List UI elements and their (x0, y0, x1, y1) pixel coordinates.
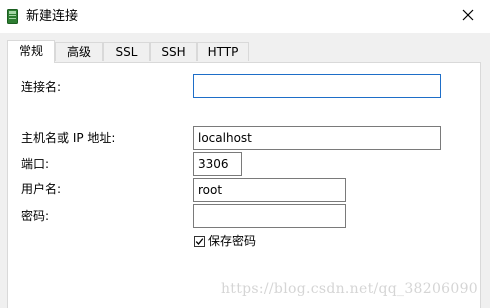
close-button[interactable] (446, 0, 490, 33)
checkbox-box[interactable] (194, 236, 205, 247)
save-password-label: 保存密码 (208, 234, 257, 248)
tab-label: SSH (161, 45, 186, 59)
username-label: 用户名: (21, 182, 62, 196)
window-title: 新建连接 (26, 9, 79, 24)
save-password-checkbox[interactable]: 保存密码 (194, 234, 256, 249)
tab-label: 高级 (66, 45, 91, 59)
checkmark-icon (195, 238, 204, 245)
new-connection-dialog: 新建连接 常规 高级 SSL SSH HTTP 连接名: 主机名或 IP 地址:… (0, 0, 490, 308)
connection-name-label: 连接名: (21, 80, 62, 94)
tab-label: HTTP (207, 45, 239, 59)
host-input[interactable] (193, 126, 441, 150)
password-label: 密码: (21, 209, 50, 223)
tab-ssl[interactable]: SSL (103, 42, 150, 61)
close-icon (462, 9, 474, 24)
connection-name-input[interactable] (193, 74, 441, 98)
tab-label: 常规 (18, 44, 43, 58)
tab-http[interactable]: HTTP (197, 42, 249, 61)
tab-ssh[interactable]: SSH (150, 42, 197, 61)
port-label: 端口: (21, 157, 50, 171)
tab-general[interactable]: 常规 (7, 40, 55, 63)
watermark: https://blog.csdn.net/qq_38206090 (220, 281, 478, 297)
title-bar[interactable]: 新建连接 (0, 0, 490, 33)
tab-advanced[interactable]: 高级 (55, 42, 103, 61)
database-icon (7, 9, 18, 24)
host-label: 主机名或 IP 地址: (21, 131, 116, 145)
port-input[interactable] (193, 152, 242, 176)
tab-label: SSL (115, 45, 138, 59)
tab-strip: 常规 高级 SSL SSH HTTP (7, 40, 487, 63)
password-input[interactable] (193, 204, 346, 228)
username-input[interactable] (193, 178, 346, 202)
